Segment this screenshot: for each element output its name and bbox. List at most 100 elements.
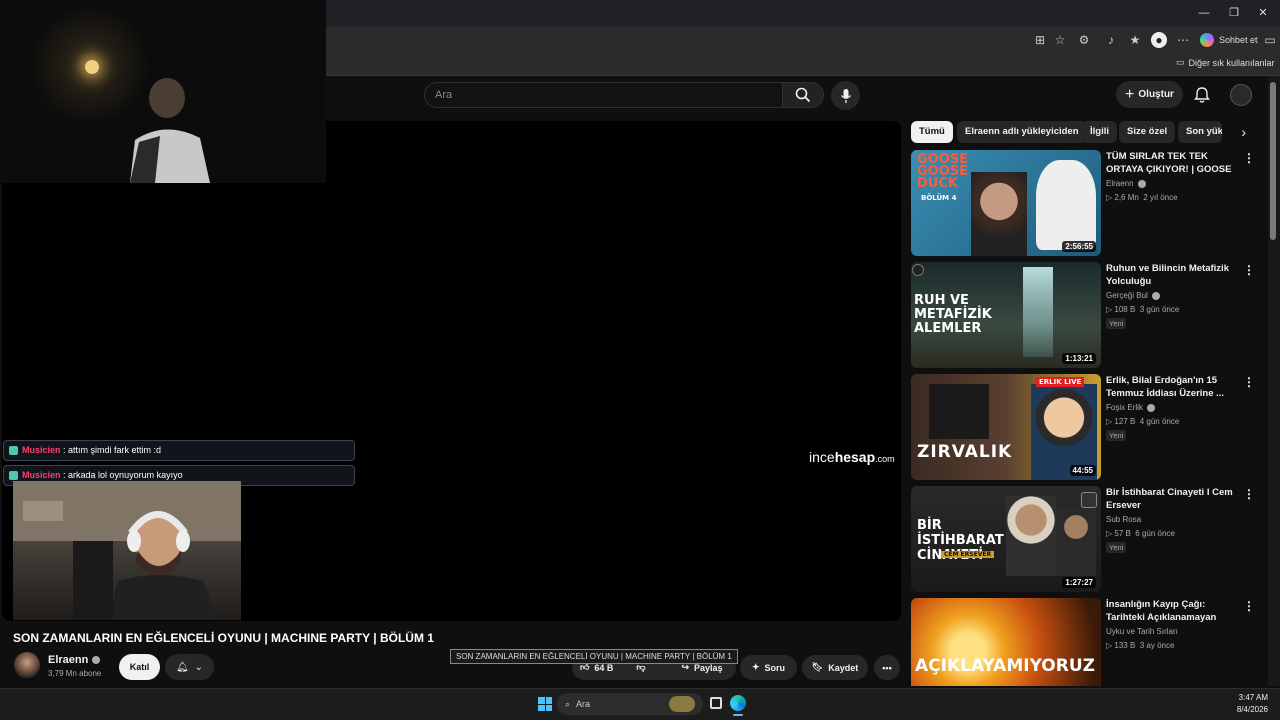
- rec-more-icon[interactable]: ⋮: [1243, 376, 1255, 391]
- rec-more-icon[interactable]: ⋮: [1243, 600, 1255, 615]
- bell-icon: 🔔︎: [175, 661, 189, 673]
- more-actions-button[interactable]: •••: [874, 655, 900, 680]
- active-app-indicator: [733, 714, 743, 716]
- streamer-silhouette: [130, 78, 210, 183]
- bookmark-icon: 🔖︎: [811, 662, 824, 672]
- rec-views: 127 B: [1114, 417, 1136, 426]
- rec-age: 4 gün önce: [1139, 417, 1180, 426]
- rec-thumbnail[interactable]: AÇIKLAYAMIYORUZ: [911, 598, 1101, 686]
- copilot-chat-button[interactable]: Sohbet et: [1200, 31, 1258, 49]
- video-title: SON ZAMANLARIN EN EĞLENCELİ OYUNU | MACH…: [13, 631, 434, 645]
- verified-badge-icon: [92, 656, 101, 664]
- profile-icon[interactable]: ●: [1151, 32, 1167, 48]
- chat-text: : attım şimdi fark ettim :d: [63, 445, 162, 455]
- rec-thumbnail[interactable]: BİR İSTİHBARAT CİNAYETİ CEM ERSEVER 1:27…: [911, 486, 1101, 592]
- task-view-icon[interactable]: [710, 697, 722, 709]
- video-facecam-inset: [13, 481, 241, 620]
- clock-time: 3:47 AM: [1238, 693, 1268, 702]
- chip-all[interactable]: Tümü: [911, 121, 953, 143]
- account-avatar[interactable]: [1230, 84, 1252, 106]
- rec-thumb-text: ZIRVALIK: [917, 442, 1013, 462]
- channel-avatar[interactable]: [14, 652, 40, 678]
- rec-title[interactable]: Erlik, Bilal Erdoğan'ın 15 Temmuz İddias…: [1106, 374, 1239, 400]
- watermark-part-3: .com: [875, 454, 895, 464]
- rec-more-icon[interactable]: ⋮: [1243, 152, 1255, 167]
- rec-title[interactable]: TÜM SIRLAR TEK TEK ORTAYA ÇIKIYOR! | GOO…: [1106, 150, 1239, 176]
- voice-search-button[interactable]: [831, 81, 860, 110]
- chat-message: Musicien : attım şimdi fark ettim :d: [3, 440, 355, 461]
- taskbar-search-label: Ara: [576, 699, 591, 709]
- favorite-star-icon[interactable]: ☆: [1052, 32, 1068, 48]
- other-bookmarks-folder[interactable]: ▭ Diğer sık kullanılanlar: [1176, 57, 1275, 68]
- chip-for-you[interactable]: Size özel: [1119, 121, 1176, 143]
- sidebar-icon[interactable]: ▭: [1262, 32, 1278, 48]
- thumb-person: [1056, 506, 1096, 576]
- notification-settings-button[interactable]: 🔔︎ ⌄: [165, 654, 214, 680]
- rec-thumbnail[interactable]: ERLIK LIVE ZIRVALIK 44:55: [911, 374, 1101, 480]
- close-icon[interactable]: ✕: [1254, 5, 1272, 21]
- search-icon: [795, 87, 811, 103]
- rec-channel: Foşix Erlik: [1106, 403, 1155, 412]
- rec-thumb-text: RUH VE METAFİZİK ALEMLER: [914, 293, 992, 336]
- ask-button[interactable]: ✦ Soru: [740, 655, 797, 680]
- search-input[interactable]: Ara: [424, 82, 782, 108]
- rec-channel-name: Sub Rosa: [1106, 515, 1142, 524]
- share-label: Paylaş: [694, 662, 723, 673]
- thumb-person: [971, 172, 1027, 256]
- search-highlight-icon: [669, 696, 695, 712]
- streamer-with-headphones: [13, 481, 241, 620]
- rec-meta: ▷ 127 B 4 gün önce: [1106, 417, 1180, 426]
- like-count: 64 B: [594, 662, 614, 673]
- verified-badge-icon: [1151, 291, 1160, 300]
- app-available-icon[interactable]: ⊞: [1032, 32, 1048, 48]
- rec-age: 3 gün önce: [1139, 305, 1180, 314]
- chat-username: Musicien: [22, 445, 61, 455]
- rec-thumb-subtext: CEM ERSEVER: [941, 551, 995, 558]
- new-badge: Yeni: [1106, 318, 1127, 329]
- watermark-part-1: ince: [809, 449, 835, 465]
- more-menu-icon[interactable]: ⋯: [1175, 32, 1191, 48]
- join-button[interactable]: Katıl: [119, 654, 160, 680]
- rec-thumb-subtext: ERLIK LIVE: [1036, 377, 1085, 387]
- rec-title[interactable]: İnsanlığın Kayıp Çağı: Tarihteki Açıklan…: [1106, 598, 1239, 624]
- favorites-icon[interactable]: ★: [1127, 32, 1143, 48]
- edge-browser-icon[interactable]: [730, 695, 746, 711]
- chips-next-arrow-icon[interactable]: ›: [1222, 121, 1258, 143]
- rec-title[interactable]: Bir İstihbarat Cinayeti I Cem Ersever: [1106, 486, 1239, 512]
- chip-related[interactable]: İlgili: [1082, 121, 1117, 143]
- system-clock[interactable]: 3:47 AM 8/4/2026: [1228, 692, 1268, 716]
- copilot-chat-label: Sohbet et: [1219, 35, 1258, 45]
- subscriber-count: 3,79 Mn abone: [48, 669, 102, 678]
- rec-more-icon[interactable]: ⋮: [1243, 264, 1255, 279]
- browser-essentials-icon[interactable]: ♪: [1103, 32, 1119, 48]
- channel-name: Elraenn: [48, 654, 89, 666]
- scrollbar-thumb[interactable]: [1270, 82, 1276, 240]
- restore-icon[interactable]: ❐: [1225, 5, 1243, 21]
- new-badge: Yeni: [1106, 430, 1127, 441]
- thumb-light-beam: [1023, 267, 1053, 357]
- plus-icon: +: [1125, 85, 1135, 103]
- taskbar-search-input[interactable]: ⌕ Ara: [557, 693, 703, 715]
- chip-recently-uploaded[interactable]: Son yük: [1178, 121, 1222, 143]
- rec-thumbnail[interactable]: RUH VE METAFİZİK ALEMLER 1:13:21: [911, 262, 1101, 368]
- rec-title[interactable]: Ruhun ve Bilincin Metafizik Yolculuğu: [1106, 262, 1239, 288]
- save-button[interactable]: 🔖︎ Kaydet: [802, 655, 868, 680]
- rec-duration: 1:13:21: [1062, 353, 1096, 364]
- rec-meta: ▷ 108 B 3 gün önce: [1106, 305, 1180, 314]
- rec-channel-name: Uyku ve Tarih Sırları: [1106, 627, 1178, 636]
- chip-from-uploader[interactable]: Elraenn adlı yükleyiciden: [957, 121, 1087, 143]
- windows-start-icon[interactable]: [538, 697, 552, 711]
- notifications-bell-icon[interactable]: [1192, 85, 1212, 105]
- copilot-icon: [1200, 33, 1214, 47]
- search-button[interactable]: [782, 82, 824, 108]
- chat-badge-icon: [9, 446, 18, 455]
- channel-name-link[interactable]: Elraenn: [48, 654, 101, 666]
- search-icon: ⌕: [565, 698, 571, 709]
- rec-channel-name: Elraenn: [1106, 179, 1134, 188]
- thumb-person: [1006, 496, 1056, 576]
- rec-more-icon[interactable]: ⋮: [1243, 488, 1255, 503]
- extensions-icon[interactable]: ⚙: [1076, 32, 1092, 48]
- rec-thumbnail[interactable]: GOOSE GOOSE DUCK BÖLÜM 4 2:56:55: [911, 150, 1101, 256]
- create-button[interactable]: + Oluştur: [1116, 81, 1183, 108]
- minimize-icon[interactable]: —: [1195, 5, 1213, 21]
